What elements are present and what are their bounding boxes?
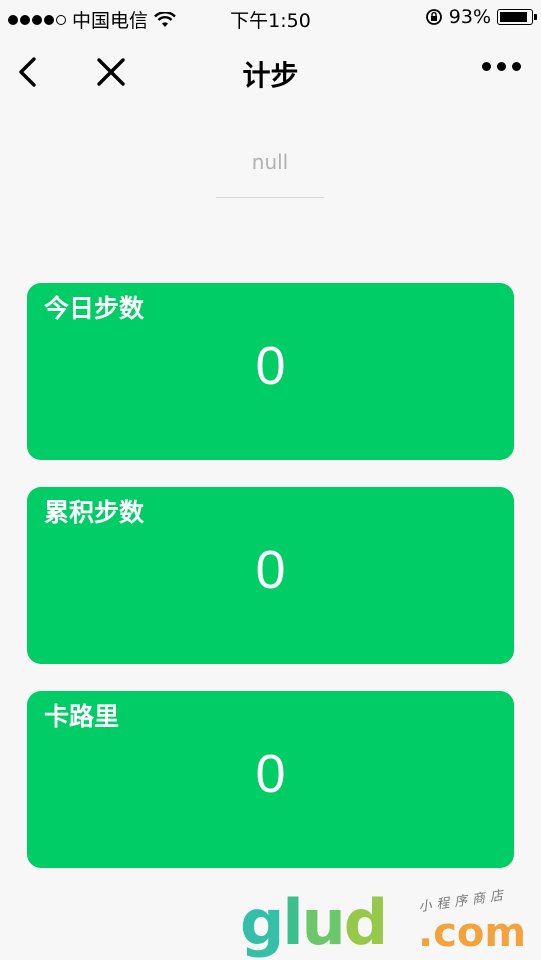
status-right: 93% [425,6,537,28]
card-value: 0 [255,744,286,804]
page-title: 计步 [242,59,299,92]
null-text: null [216,150,324,198]
card-label: 卡路里 [44,702,120,731]
today-steps-card: 今日步数 0 [27,283,514,460]
card-label: 累积步数 [44,498,145,527]
card-value: 0 [255,540,286,600]
more-icon [482,62,491,71]
card-label: 今日步数 [44,294,145,323]
status-bar: 中国电信 下午1:50 93% [0,0,541,36]
more-button[interactable] [482,62,521,71]
total-steps-card: 累积步数 0 [27,487,514,664]
card-value: 0 [255,336,286,396]
watermark-main: glud [240,886,388,959]
watermark-suffix: .com [418,910,527,956]
battery-icon [497,9,537,25]
calorie-card: 卡路里 0 [27,691,514,868]
rotation-lock-icon [425,9,442,25]
nav-bar: 计步 [0,36,541,108]
battery-percent: 93% [448,6,491,28]
page: 中国电信 下午1:50 93% 计步 null 今日步数 0 累积步数 0 卡路… [0,0,541,960]
watermark-logo: glud 小程序商店 .com [240,888,540,958]
